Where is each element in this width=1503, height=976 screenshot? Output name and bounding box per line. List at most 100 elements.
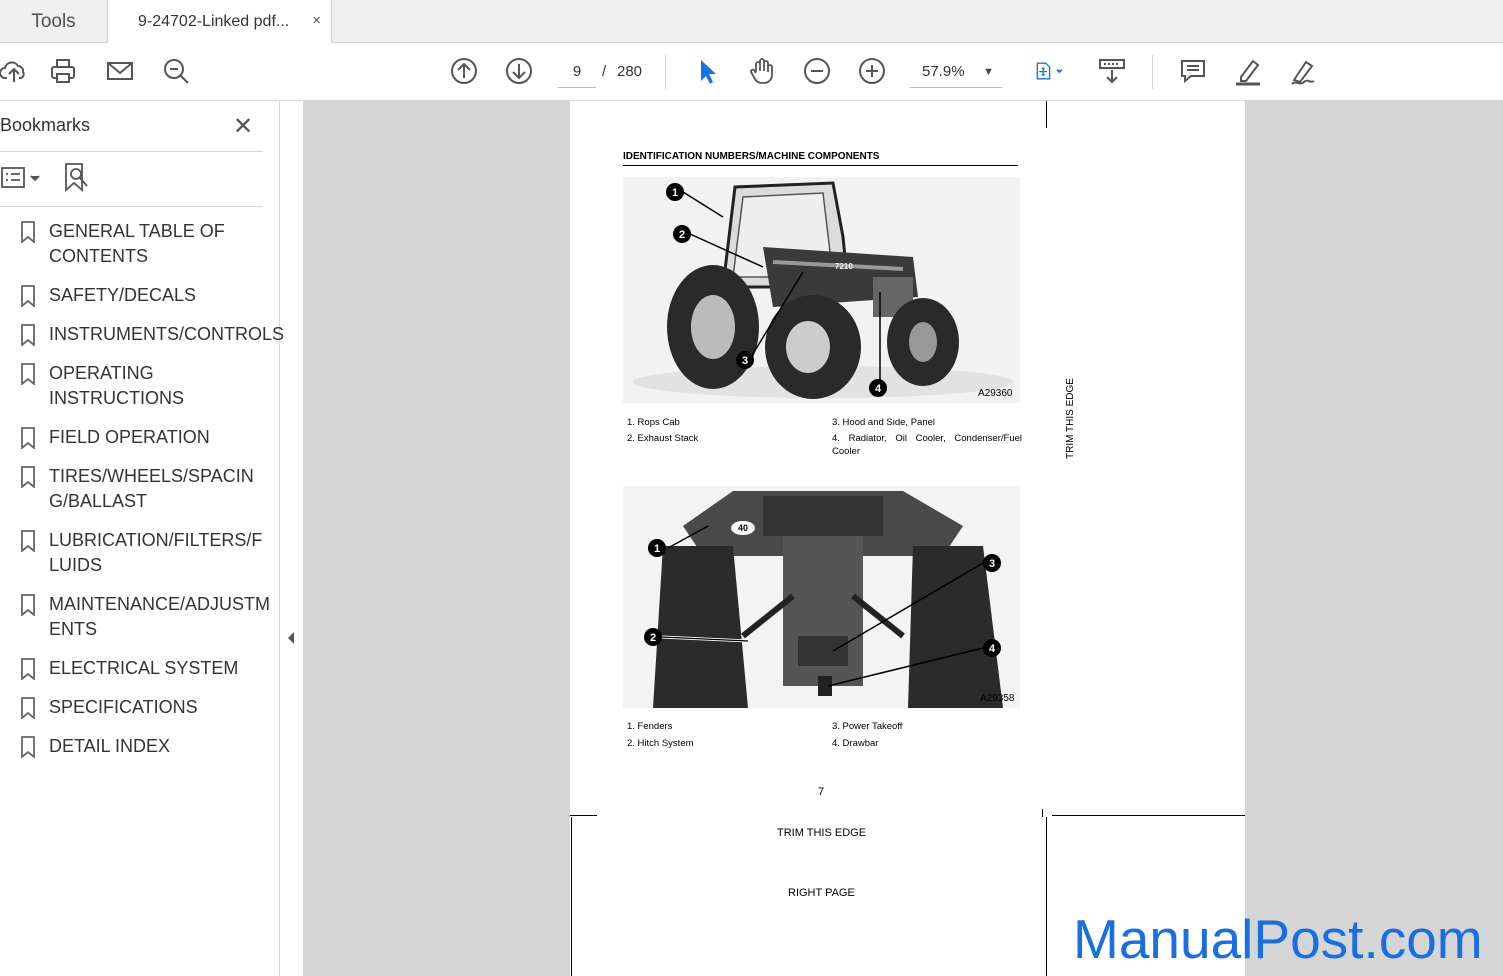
- bookmark-item[interactable]: SPECIFICATIONS: [0, 695, 280, 720]
- bookmark-item[interactable]: MAINTENANCE/ADJUSTMENTS: [0, 592, 280, 642]
- zoom-level-select[interactable]: 57.9% ▼: [910, 58, 1002, 88]
- divider: [0, 151, 263, 152]
- figure-code: A29358: [980, 693, 1015, 704]
- caption-item: 4. Drawbar: [832, 738, 879, 749]
- bookmark-label: INSTRUMENTS/CONTROLS: [49, 324, 285, 344]
- bookmark-icon: [21, 530, 35, 552]
- caption-item: 3. Hood and Side, Panel: [832, 417, 935, 428]
- tab-document-label: 9-24702-Linked pdf...: [138, 13, 290, 30]
- toolbar-divider: [665, 55, 666, 89]
- bookmark-label: SAFETY/DECALS: [49, 285, 197, 305]
- callout-label: 3: [989, 558, 995, 570]
- bookmark-item[interactable]: LUBRICATION/FILTERS/FLUIDS: [0, 528, 280, 578]
- zoom-in-icon[interactable]: [856, 55, 888, 87]
- caption-item: 1. Rops Cab: [627, 417, 680, 428]
- crop-mark: [571, 817, 572, 976]
- sign-icon[interactable]: [1287, 55, 1319, 87]
- tab-tools-label: Tools: [31, 10, 76, 32]
- select-arrow-icon[interactable]: [690, 55, 722, 87]
- right-page-label: RIGHT PAGE: [788, 887, 855, 899]
- caption-item: 3. Power Takeoff: [832, 721, 903, 732]
- highlight-icon[interactable]: [1232, 55, 1264, 87]
- bookmark-label: ELECTRICAL SYSTEM: [49, 658, 239, 678]
- tractor-rear-photo: 40 1 2 3 4: [623, 486, 1020, 708]
- caption-item: 2. Exhaust Stack: [627, 433, 699, 444]
- find-icon[interactable]: [160, 55, 192, 87]
- bookmark-item[interactable]: DETAIL INDEX: [0, 734, 280, 759]
- page-down-icon[interactable]: [503, 55, 535, 87]
- crop-mark: [1046, 101, 1047, 128]
- mail-icon[interactable]: [104, 55, 136, 87]
- comment-icon[interactable]: [1177, 55, 1209, 87]
- divider: [0, 206, 263, 207]
- bookmark-item[interactable]: INSTRUMENTS/CONTROLS: [0, 322, 284, 347]
- page-up-icon[interactable]: [448, 55, 480, 87]
- watermark-text: ManualPost.com: [1073, 908, 1483, 970]
- page-total: 280: [617, 63, 643, 80]
- panel-title: Bookmarks: [0, 115, 91, 135]
- scroll-mode-icon[interactable]: [1096, 55, 1128, 87]
- bookmark-icon: [21, 363, 35, 385]
- bookmark-list: GENERAL TABLE OF CONTENTS SAFETY/DECALS …: [0, 219, 284, 773]
- bookmark-item[interactable]: OPERATING INSTRUCTIONS: [0, 361, 280, 411]
- tab-bar: Tools 9-24702-Linked pdf... ×: [0, 0, 1503, 44]
- hand-icon[interactable]: [746, 55, 778, 87]
- tractor-front-photo: 7210 1 2 3 4: [623, 177, 1020, 403]
- bookmark-label: SPECIFICATIONS: [49, 697, 198, 717]
- tab-close-icon[interactable]: ×: [312, 12, 321, 29]
- model-badge: 7210: [835, 262, 853, 271]
- bookmark-icon: [21, 466, 35, 488]
- upload-icon[interactable]: [0, 55, 30, 87]
- crop-mark: [570, 815, 597, 816]
- crop-mark: [1046, 817, 1047, 976]
- close-icon[interactable]: ✕: [233, 112, 253, 141]
- toolbar: 9 / 280 57.9% ▼: [0, 43, 1503, 101]
- find-bookmark-icon[interactable]: [62, 161, 92, 193]
- bookmark-item[interactable]: GENERAL TABLE OF CONTENTS: [0, 219, 280, 269]
- callout-label: 2: [650, 632, 656, 644]
- bookmark-icon: [21, 736, 35, 758]
- zoom-level-value: 57.9%: [922, 63, 965, 80]
- bookmark-label: FIELD OPERATION: [49, 427, 210, 447]
- speed-badge: 40: [738, 523, 748, 533]
- tab-document[interactable]: 9-24702-Linked pdf... ×: [108, 0, 332, 44]
- callout-label: 4: [875, 383, 882, 395]
- bookmark-item[interactable]: TIRES/WHEELS/SPACING/BALLAST: [0, 464, 280, 514]
- fit-page-icon[interactable]: [1026, 55, 1072, 87]
- figure-code: A29360: [978, 388, 1013, 399]
- crop-mark: [1042, 809, 1043, 817]
- bookmark-label: DETAIL INDEX: [49, 736, 171, 756]
- bookmark-icon: [21, 324, 35, 346]
- bookmark-item[interactable]: FIELD OPERATION: [0, 425, 280, 450]
- bookmarks-panel: Bookmarks ✕ GENERAL TABLE OF CONTENTS SA…: [0, 101, 294, 976]
- page-number: 7: [818, 786, 825, 798]
- tab-tools[interactable]: Tools: [0, 0, 108, 43]
- callout-label: 4: [989, 643, 996, 655]
- pdf-page: IDENTIFICATION NUMBERS/MACHINE COMPONENT…: [570, 101, 1245, 976]
- page-heading: IDENTIFICATION NUMBERS/MACHINE COMPONENT…: [623, 151, 1018, 166]
- pdf-viewer-window: Tools 9-24702-Linked pdf... × 9 / 280 57…: [0, 0, 1503, 976]
- caption-item: 1. Fenders: [627, 721, 673, 732]
- callout-label: 2: [679, 229, 685, 241]
- caption-item: 2. Hitch System: [627, 738, 694, 749]
- bookmark-icon: [21, 427, 35, 449]
- print-icon[interactable]: [47, 55, 79, 87]
- bookmark-label: LUBRICATION/FILTERS/FLUIDS: [49, 530, 263, 575]
- callout-label: 1: [654, 543, 660, 555]
- bookmark-label: MAINTENANCE/ADJUSTMENTS: [49, 594, 271, 639]
- zoom-out-icon[interactable]: [801, 55, 833, 87]
- options-menu-icon[interactable]: [0, 165, 44, 191]
- trim-edge-label-vertical: TRIM THIS EDGE: [1065, 378, 1076, 459]
- toolbar-divider: [1152, 55, 1153, 89]
- collapse-panel-icon[interactable]: [284, 629, 298, 647]
- bookmark-label: GENERAL TABLE OF CONTENTS: [49, 221, 225, 266]
- bookmark-icon: [21, 658, 35, 680]
- page-separator: /: [602, 63, 607, 80]
- crop-mark: [1052, 815, 1245, 816]
- callout-label: 3: [742, 355, 748, 367]
- caption-item: 4. Radiator, Oil Cooler, Condenser/Fuel …: [832, 433, 1022, 457]
- bookmark-item[interactable]: ELECTRICAL SYSTEM: [0, 656, 280, 681]
- page-number-input[interactable]: 9: [558, 58, 596, 88]
- bookmark-item[interactable]: SAFETY/DECALS: [0, 283, 280, 308]
- document-view[interactable]: IDENTIFICATION NUMBERS/MACHINE COMPONENT…: [303, 101, 1503, 976]
